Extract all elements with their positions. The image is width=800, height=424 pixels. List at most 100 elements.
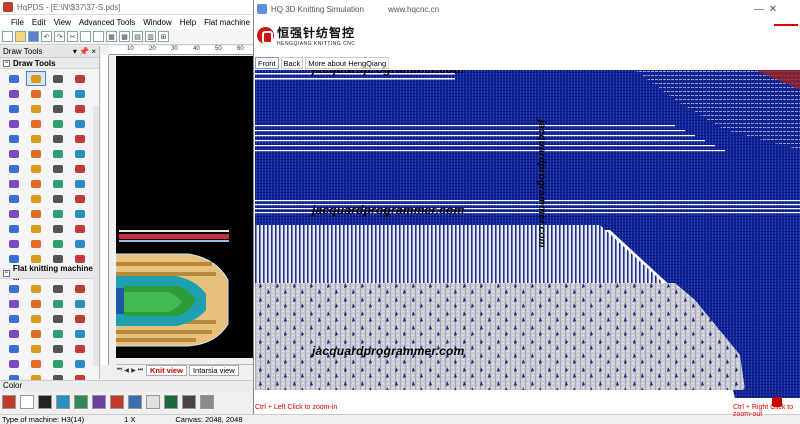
menu-flat-machine[interactable]: Flat machine bbox=[200, 18, 254, 27]
draw-tool-icon[interactable] bbox=[4, 206, 24, 221]
draw-tool-icon[interactable] bbox=[4, 116, 24, 131]
color-swatch[interactable] bbox=[92, 395, 106, 409]
grid-alt-icon[interactable]: ▦ bbox=[119, 31, 130, 42]
draw-tool-icon[interactable] bbox=[48, 86, 68, 101]
draw-tool-icon[interactable] bbox=[70, 161, 90, 176]
knit-tool-icon[interactable] bbox=[4, 326, 24, 341]
knit-tool-icon[interactable] bbox=[4, 341, 24, 356]
close-icon[interactable]: ✕ bbox=[766, 4, 780, 15]
draw-tool-icon[interactable] bbox=[70, 86, 90, 101]
draw-tool-icon[interactable] bbox=[4, 101, 24, 116]
knit-pattern-shape[interactable] bbox=[116, 196, 253, 356]
knit-tool-icon[interactable] bbox=[70, 311, 90, 326]
draw-tool-icon[interactable] bbox=[4, 86, 24, 101]
draw-tool-icon[interactable] bbox=[70, 71, 90, 86]
menu-edit[interactable]: Edit bbox=[28, 18, 50, 27]
knit-tool-icon[interactable] bbox=[70, 341, 90, 356]
minimize-icon[interactable]: — bbox=[752, 2, 766, 16]
draw-tool-icon[interactable] bbox=[26, 191, 46, 206]
menu-advanced-tools[interactable]: Advanced Tools bbox=[75, 18, 139, 27]
tab-knit-view[interactable]: Knit view bbox=[146, 365, 187, 376]
knit-tool-icon[interactable] bbox=[48, 341, 68, 356]
color-swatch[interactable] bbox=[74, 395, 88, 409]
draw-tool-icon[interactable] bbox=[48, 146, 68, 161]
save-icon[interactable] bbox=[28, 31, 39, 42]
draw-tool-icon[interactable] bbox=[4, 176, 24, 191]
open-file-icon[interactable] bbox=[15, 31, 26, 42]
redo-icon[interactable]: ↷ bbox=[54, 31, 65, 42]
draw-tool-icon[interactable] bbox=[48, 131, 68, 146]
tool-panel-scrollbar[interactable] bbox=[93, 106, 99, 366]
color-swatch[interactable] bbox=[128, 395, 142, 409]
menu-window[interactable]: Window bbox=[139, 18, 175, 27]
draw-tool-icon[interactable] bbox=[26, 86, 46, 101]
draw-tool-icon[interactable] bbox=[70, 221, 90, 236]
paste-icon[interactable] bbox=[93, 31, 104, 42]
knit-tool-icon[interactable] bbox=[4, 296, 24, 311]
color-swatch[interactable] bbox=[38, 395, 52, 409]
draw-tool-icon[interactable] bbox=[48, 101, 68, 116]
panel-controls[interactable]: ▾ 📌 × bbox=[73, 47, 96, 56]
knit-tool-icon[interactable] bbox=[4, 356, 24, 371]
color-swatch[interactable] bbox=[182, 395, 196, 409]
tab-last-icon[interactable]: ⏭ bbox=[137, 367, 144, 375]
knit-tool-icon[interactable] bbox=[26, 356, 46, 371]
cut-icon[interactable]: ✂ bbox=[67, 31, 78, 42]
draw-tool-icon[interactable] bbox=[26, 116, 46, 131]
tab-first-icon[interactable]: ⏮ bbox=[116, 367, 123, 375]
draw-tool-icon[interactable] bbox=[26, 176, 46, 191]
tab-intarsia-view[interactable]: Intarsia view bbox=[188, 365, 239, 376]
menu-help[interactable]: Help bbox=[176, 18, 200, 27]
draw-tool-icon[interactable] bbox=[70, 146, 90, 161]
knit-tool-icon[interactable] bbox=[26, 326, 46, 341]
color-swatch[interactable] bbox=[110, 395, 124, 409]
draw-tool-icon[interactable] bbox=[4, 146, 24, 161]
zoom-icon[interactable]: ⊞ bbox=[158, 31, 169, 42]
back-button[interactable]: Back bbox=[280, 57, 304, 69]
grid-icon[interactable]: ▦ bbox=[106, 31, 117, 42]
collapse-icon[interactable]: − bbox=[3, 59, 10, 67]
knit-tool-icon[interactable] bbox=[26, 311, 46, 326]
draw-tool-icon[interactable] bbox=[70, 206, 90, 221]
knit-tool-icon[interactable] bbox=[70, 326, 90, 341]
knit-tool-icon[interactable] bbox=[48, 356, 68, 371]
draw-tool-icon[interactable] bbox=[4, 71, 24, 86]
menu-view[interactable]: View bbox=[50, 18, 75, 27]
draw-tool-icon[interactable] bbox=[48, 221, 68, 236]
color-swatch[interactable] bbox=[200, 395, 214, 409]
draw-tool-icon[interactable] bbox=[48, 236, 68, 251]
knit-tool-icon[interactable] bbox=[4, 311, 24, 326]
sim-icon[interactable]: ▥ bbox=[145, 31, 156, 42]
draw-tool-icon[interactable] bbox=[4, 221, 24, 236]
draw-tool-icon[interactable] bbox=[70, 191, 90, 206]
draw-tool-icon[interactable] bbox=[4, 161, 24, 176]
draw-tool-icon[interactable] bbox=[70, 116, 90, 131]
new-file-icon[interactable] bbox=[2, 31, 13, 42]
knit-tool-icon[interactable] bbox=[26, 341, 46, 356]
draw-tool-icon[interactable] bbox=[4, 191, 24, 206]
color-swatch[interactable] bbox=[20, 395, 34, 409]
draw-tool-icon[interactable] bbox=[26, 71, 46, 86]
knit-tool-icon[interactable] bbox=[48, 311, 68, 326]
draw-tool-icon[interactable] bbox=[4, 131, 24, 146]
draw-tool-icon[interactable] bbox=[48, 71, 68, 86]
knit-tool-icon[interactable] bbox=[26, 281, 46, 296]
draw-tool-icon[interactable] bbox=[48, 176, 68, 191]
draw-tool-icon[interactable] bbox=[70, 101, 90, 116]
draw-tool-icon[interactable] bbox=[48, 206, 68, 221]
knit-tool-icon[interactable] bbox=[70, 281, 90, 296]
draw-tool-icon[interactable] bbox=[26, 101, 46, 116]
knit-tool-icon[interactable] bbox=[48, 326, 68, 341]
draw-tool-icon[interactable] bbox=[48, 191, 68, 206]
color-swatch[interactable] bbox=[164, 395, 178, 409]
group-draw-tools[interactable]: − Draw Tools bbox=[0, 58, 99, 69]
color-swatch[interactable] bbox=[146, 395, 160, 409]
draw-tool-icon[interactable] bbox=[48, 161, 68, 176]
menu-file[interactable]: File bbox=[7, 18, 28, 27]
color-swatch[interactable] bbox=[56, 395, 70, 409]
draw-tool-icon[interactable] bbox=[70, 176, 90, 191]
tab-prev-icon[interactable]: ◀ bbox=[123, 367, 130, 375]
more-about-button[interactable]: More about HengQiang bbox=[305, 57, 390, 69]
draw-tool-icon[interactable] bbox=[26, 221, 46, 236]
knit-tool-icon[interactable] bbox=[26, 296, 46, 311]
